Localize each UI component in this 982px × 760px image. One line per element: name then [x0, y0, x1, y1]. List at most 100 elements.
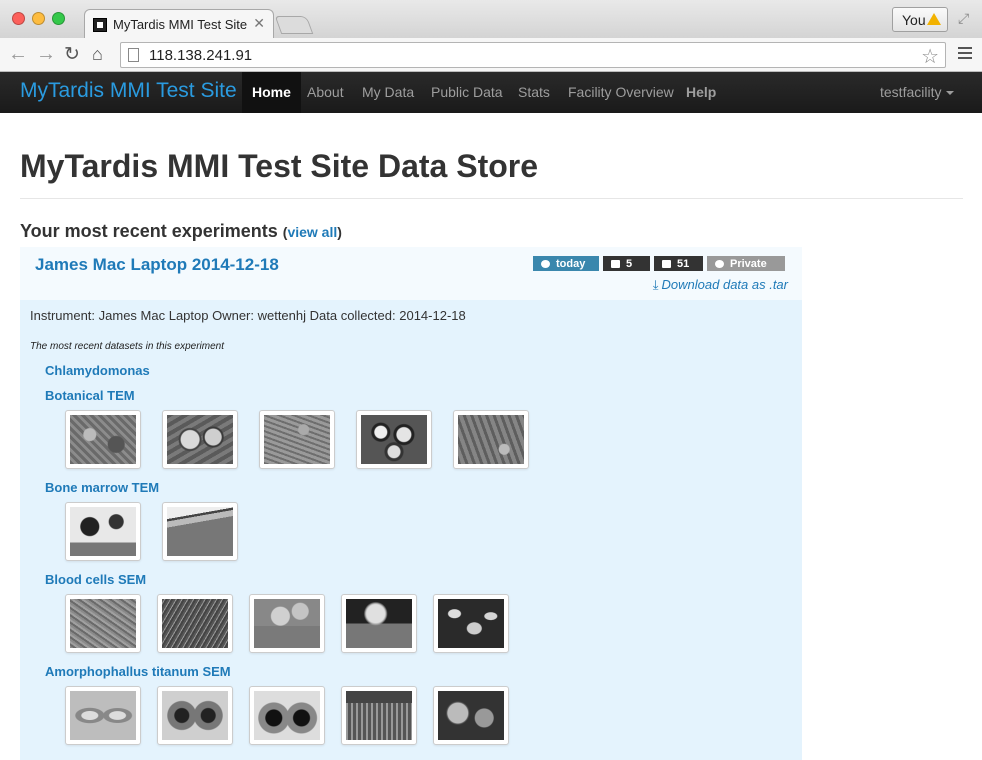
thumbnail-image	[162, 599, 228, 648]
hamburger-menu-icon[interactable]	[958, 47, 972, 62]
nav-my-data[interactable]: My Data	[362, 84, 414, 100]
eye-icon	[715, 260, 724, 268]
clock-icon	[541, 260, 550, 268]
view-all-link[interactable]: view all	[287, 224, 337, 240]
dataset-thumbnail[interactable]	[249, 594, 325, 653]
thumbnail-image	[167, 415, 233, 464]
download-tar-link[interactable]: ⤓ Download data as .tar	[653, 277, 788, 293]
profile-label: You	[902, 12, 926, 28]
dataset-thumbnail[interactable]	[249, 686, 325, 745]
close-window-button[interactable]	[12, 12, 25, 25]
thumbnail-image	[361, 415, 427, 464]
thumbnail-image	[167, 507, 233, 556]
divider	[20, 198, 963, 199]
dataset-title-link[interactable]: Blood cells SEM	[45, 572, 146, 587]
profile-button[interactable]: You	[892, 7, 948, 32]
thumbnail-image	[438, 691, 504, 740]
dataset-thumbnail[interactable]	[65, 410, 141, 469]
page-title: MyTardis MMI Test Site Data Store	[20, 148, 539, 184]
minimize-window-button[interactable]	[32, 12, 45, 25]
download-icon: ⤓	[652, 277, 659, 292]
dataset-thumbnail[interactable]	[157, 686, 233, 745]
thumbnail-image	[346, 691, 412, 740]
dataset-thumbnail[interactable]	[356, 410, 432, 469]
thumbnail-image	[254, 691, 320, 740]
caret-down-icon	[946, 91, 955, 96]
visibility-text: Private	[730, 258, 767, 270]
dataset-count-text: 5	[626, 258, 633, 270]
dataset-title-link[interactable]: Botanical TEM	[45, 388, 135, 403]
nav-stats[interactable]: Stats	[518, 84, 550, 100]
zoom-window-button[interactable]	[52, 12, 65, 25]
tab-close-icon[interactable]: ✕	[253, 15, 265, 32]
browser-titlebar: MyTardis MMI Test Site ✕ You ⤢	[0, 0, 982, 38]
dataset-count-badge: 5	[603, 256, 650, 271]
new-tab-button[interactable]	[274, 16, 314, 34]
dataset-title-link[interactable]: Bone marrow TEM	[45, 480, 159, 495]
dataset-thumbnail[interactable]	[259, 410, 335, 469]
thumbnail-image	[162, 691, 228, 740]
experiment-badges: today 5 51 Private	[533, 256, 785, 271]
dataset-title-link[interactable]: Amorphophallus titanum SEM	[45, 664, 231, 679]
dataset-thumbnail[interactable]	[162, 410, 238, 469]
experiment-title-link[interactable]: James Mac Laptop 2014-12-18	[35, 255, 279, 275]
forward-icon[interactable]: →	[36, 43, 56, 66]
dataset-thumbnail[interactable]	[65, 594, 141, 653]
section-title: Your most recent experiments (view all)	[20, 221, 342, 242]
date-badge-text: today	[556, 258, 586, 270]
file-icon	[662, 260, 671, 268]
experiment-header: James Mac Laptop 2014-12-18 today 5 51 P…	[20, 247, 802, 300]
back-icon[interactable]: ←	[8, 43, 28, 66]
thumbnail-image	[70, 507, 136, 556]
dataset-thumbnail[interactable]	[453, 410, 529, 469]
thumbnail-image	[70, 599, 136, 648]
home-icon[interactable]: ⌂	[92, 44, 103, 65]
site-favicon-icon	[93, 18, 107, 32]
nav-help[interactable]: Help	[686, 84, 716, 100]
date-badge: today	[533, 256, 599, 271]
browser-tab[interactable]: MyTardis MMI Test Site ✕	[84, 9, 274, 38]
reload-icon[interactable]: ↻	[64, 43, 80, 66]
fullscreen-icon[interactable]: ⤢	[958, 10, 969, 27]
thumbnail-image	[346, 599, 412, 648]
thumbnail-image	[458, 415, 524, 464]
section-title-text: Your most recent experiments	[20, 221, 278, 241]
view-all-close-paren: )	[337, 224, 342, 240]
download-text: Download data as .tar	[661, 277, 788, 292]
datafile-count-text: 51	[677, 258, 690, 270]
experiment-body: Instrument: James Mac Laptop Owner: wett…	[20, 300, 802, 760]
dataset-thumbnail[interactable]	[433, 686, 509, 745]
visibility-badge: Private	[707, 256, 785, 271]
nav-about[interactable]: About	[307, 84, 344, 100]
dataset-thumbnail[interactable]	[341, 686, 417, 745]
dataset-thumbnail[interactable]	[433, 594, 509, 653]
url-text[interactable]: 118.138.241.91	[149, 47, 252, 64]
browser-toolbar: ← → ↻ ⌂ 118.138.241.91 ☆	[0, 38, 982, 72]
dataset-thumbnail[interactable]	[65, 686, 141, 745]
user-name: testfacility	[880, 84, 942, 100]
dataset-thumbnail[interactable]	[65, 502, 141, 561]
thumbnail-image	[70, 691, 136, 740]
nav-facility-overview[interactable]: Facility Overview	[568, 84, 674, 100]
bookmark-star-icon[interactable]: ☆	[921, 44, 939, 69]
thumbnail-image	[264, 415, 330, 464]
dataset-thumbnail[interactable]	[162, 502, 238, 561]
site-navbar: MyTardis MMI Test Site Home About My Dat…	[0, 72, 982, 113]
thumbnail-image	[438, 599, 504, 648]
nav-public-data[interactable]: Public Data	[431, 84, 503, 100]
recent-datasets-note: The most recent datasets in this experim…	[30, 341, 224, 352]
page-icon	[128, 48, 139, 62]
dataset-thumbnail[interactable]	[341, 594, 417, 653]
thumbnail-image	[254, 599, 320, 648]
site-brand[interactable]: MyTardis MMI Test Site	[20, 79, 237, 103]
user-menu[interactable]: testfacility	[880, 84, 955, 100]
nav-home[interactable]: Home	[242, 72, 301, 113]
thumbnail-image	[70, 415, 136, 464]
dataset-title-link[interactable]: Chlamydomonas	[45, 363, 150, 378]
tab-title: MyTardis MMI Test Site	[113, 17, 248, 32]
dataset-thumbnail[interactable]	[157, 594, 233, 653]
address-bar[interactable]: 118.138.241.91 ☆	[120, 42, 946, 68]
datafile-count-badge: 51	[654, 256, 703, 271]
view-all-wrapper: (view all)	[283, 224, 342, 240]
folder-icon	[611, 260, 620, 268]
